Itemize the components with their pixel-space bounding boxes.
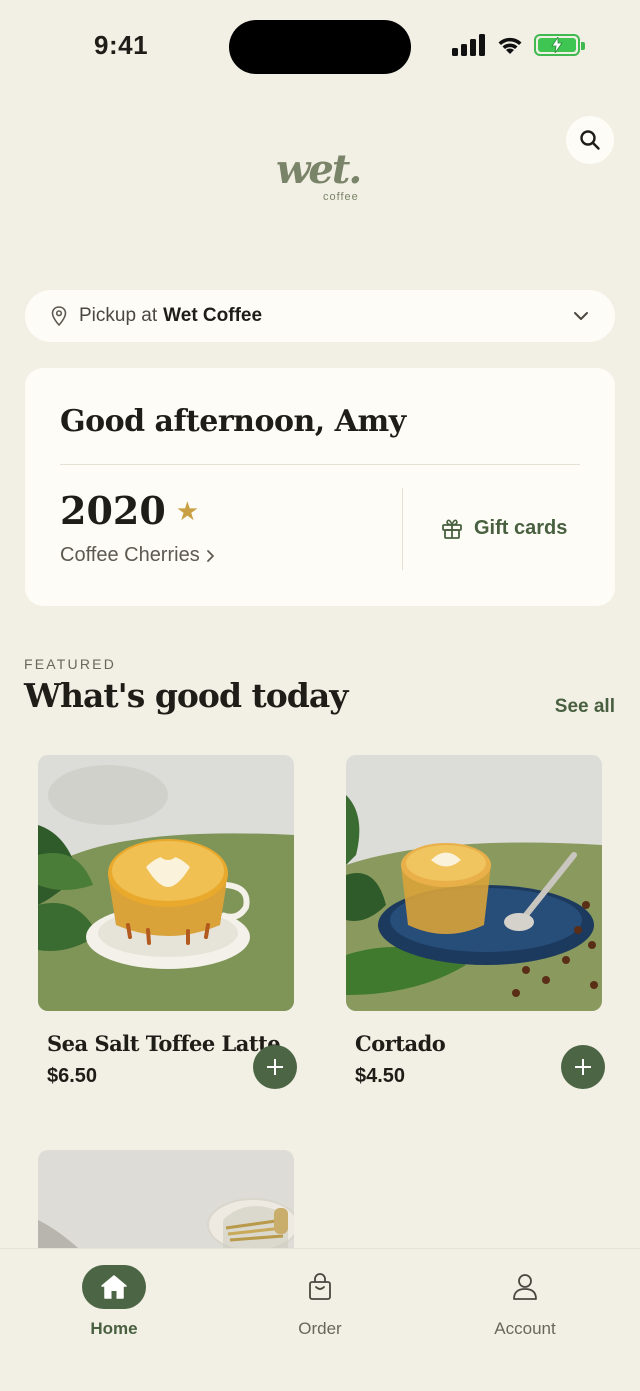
- coffee-cherries-link[interactable]: Coffee Cherries: [60, 544, 216, 567]
- tab-label: Account: [494, 1319, 556, 1338]
- tab-bar: Home Order Account: [0, 1248, 640, 1391]
- tab-label: Home: [90, 1319, 138, 1338]
- pickup-prefix: Pickup at: [79, 305, 158, 326]
- product-name: Cortado: [355, 1031, 446, 1056]
- tab-order[interactable]: Order: [250, 1265, 390, 1339]
- product-image: [346, 755, 602, 1011]
- pickup-location-selector[interactable]: Pickup at Wet Coffee: [25, 290, 615, 342]
- status-icons: [452, 34, 585, 56]
- product-card[interactable]: Cortado $4.50: [333, 755, 605, 1095]
- star-icon: ★: [175, 495, 200, 526]
- tab-account-pill: [493, 1265, 557, 1309]
- location-pin-icon: [51, 306, 67, 326]
- tab-label: Order: [298, 1319, 342, 1338]
- person-icon: [513, 1274, 537, 1300]
- product-card[interactable]: Sea Salt Toffee Latte $6.50: [25, 755, 297, 1095]
- product-card[interactable]: [25, 1150, 295, 1248]
- dynamic-island: [229, 20, 411, 74]
- logo-sub: coffee: [323, 191, 359, 203]
- wifi-icon: [498, 37, 522, 54]
- bag-icon: [309, 1273, 331, 1300]
- gift-cards-label: Gift cards: [474, 516, 568, 539]
- see-all-link[interactable]: See all: [555, 696, 615, 718]
- greeting-text: Good afternoon, Amy: [60, 404, 406, 439]
- tab-order-pill: [288, 1265, 352, 1309]
- divider-vertical: [402, 488, 403, 570]
- chevron-down-icon: [573, 311, 589, 321]
- product-image: [38, 755, 294, 1011]
- home-icon: [101, 1275, 127, 1299]
- points-label: Coffee Cherries: [60, 544, 200, 566]
- plus-icon: [267, 1059, 283, 1075]
- status-time: 9:41: [94, 30, 149, 60]
- section-title: What's good today: [24, 676, 348, 715]
- product-price: $6.50: [47, 1065, 98, 1087]
- chevron-right-icon: [206, 549, 214, 562]
- points-row: 2020 ★: [60, 488, 199, 533]
- plus-icon: [575, 1059, 591, 1075]
- product-price: $4.50: [355, 1065, 406, 1087]
- pickup-store-name: Wet Coffee: [163, 305, 263, 326]
- rewards-card: Good afternoon, Amy 2020 ★ Coffee Cherri…: [25, 368, 615, 606]
- status-bar: 9:41: [0, 0, 640, 96]
- tab-home[interactable]: Home: [44, 1265, 184, 1339]
- gift-cards-button[interactable]: Gift cards: [440, 516, 567, 540]
- tab-account[interactable]: Account: [455, 1265, 595, 1339]
- gift-icon: [442, 519, 462, 539]
- product-name: Sea Salt Toffee Latte: [47, 1031, 281, 1056]
- cellular-signal-icon: [452, 34, 485, 56]
- add-to-cart-button[interactable]: [561, 1045, 605, 1089]
- search-button[interactable]: [566, 116, 614, 164]
- logo-word: wet.: [276, 146, 362, 193]
- brand-logo: wet. coffee: [276, 150, 368, 206]
- section-eyebrow: FEATURED: [24, 656, 117, 672]
- divider: [60, 464, 580, 465]
- points-value: 2020: [60, 488, 166, 533]
- product-image: [38, 1150, 294, 1248]
- search-icon: [580, 130, 600, 150]
- tab-home-pill: [82, 1265, 146, 1309]
- charging-bolt-icon: [551, 37, 563, 53]
- add-to-cart-button[interactable]: [253, 1045, 297, 1089]
- battery-icon: [534, 34, 585, 56]
